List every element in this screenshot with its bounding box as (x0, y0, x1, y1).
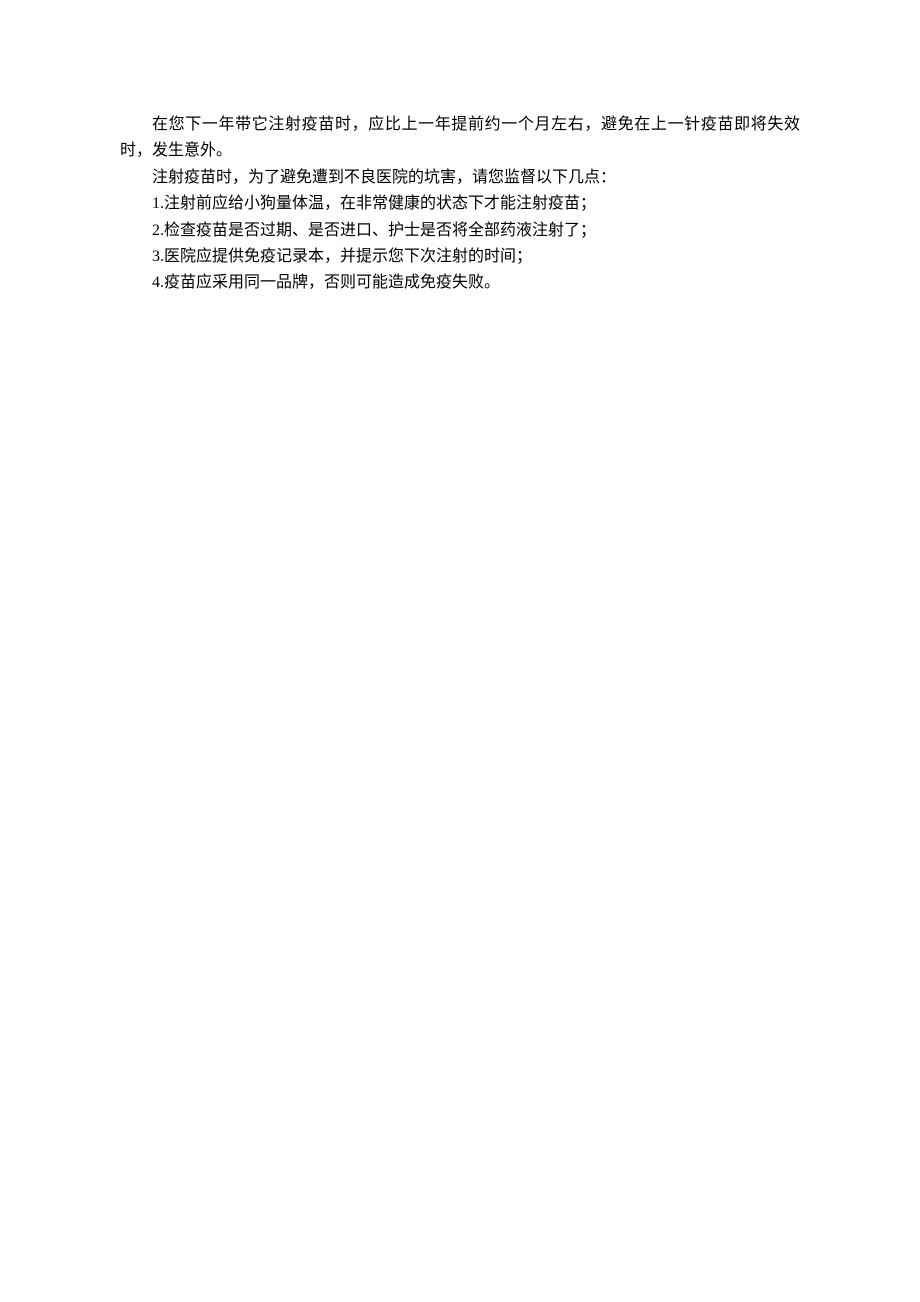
paragraph-1: 在您下一年带它注射疫苗时，应比上一年提前约一个月左右，避免在上一针疫苗即将失效时… (120, 112, 800, 165)
list-item-3: 3.医院应提供免疫记录本，并提示您下次注射的时间； (120, 244, 800, 270)
document-body: 在您下一年带它注射疫苗时，应比上一年提前约一个月左右，避免在上一针疫苗即将失效时… (120, 112, 800, 297)
list-item-2: 2.检查疫苗是否过期、是否进口、护士是否将全部药液注射了； (120, 218, 800, 244)
paragraph-2: 注射疫苗时，为了避免遭到不良医院的坑害，请您监督以下几点： (120, 165, 800, 191)
list-item-4: 4.疫苗应采用同一品牌，否则可能造成免疫失败。 (120, 270, 800, 296)
list-item-1: 1.注射前应给小狗量体温，在非常健康的状态下才能注射疫苗； (120, 191, 800, 217)
